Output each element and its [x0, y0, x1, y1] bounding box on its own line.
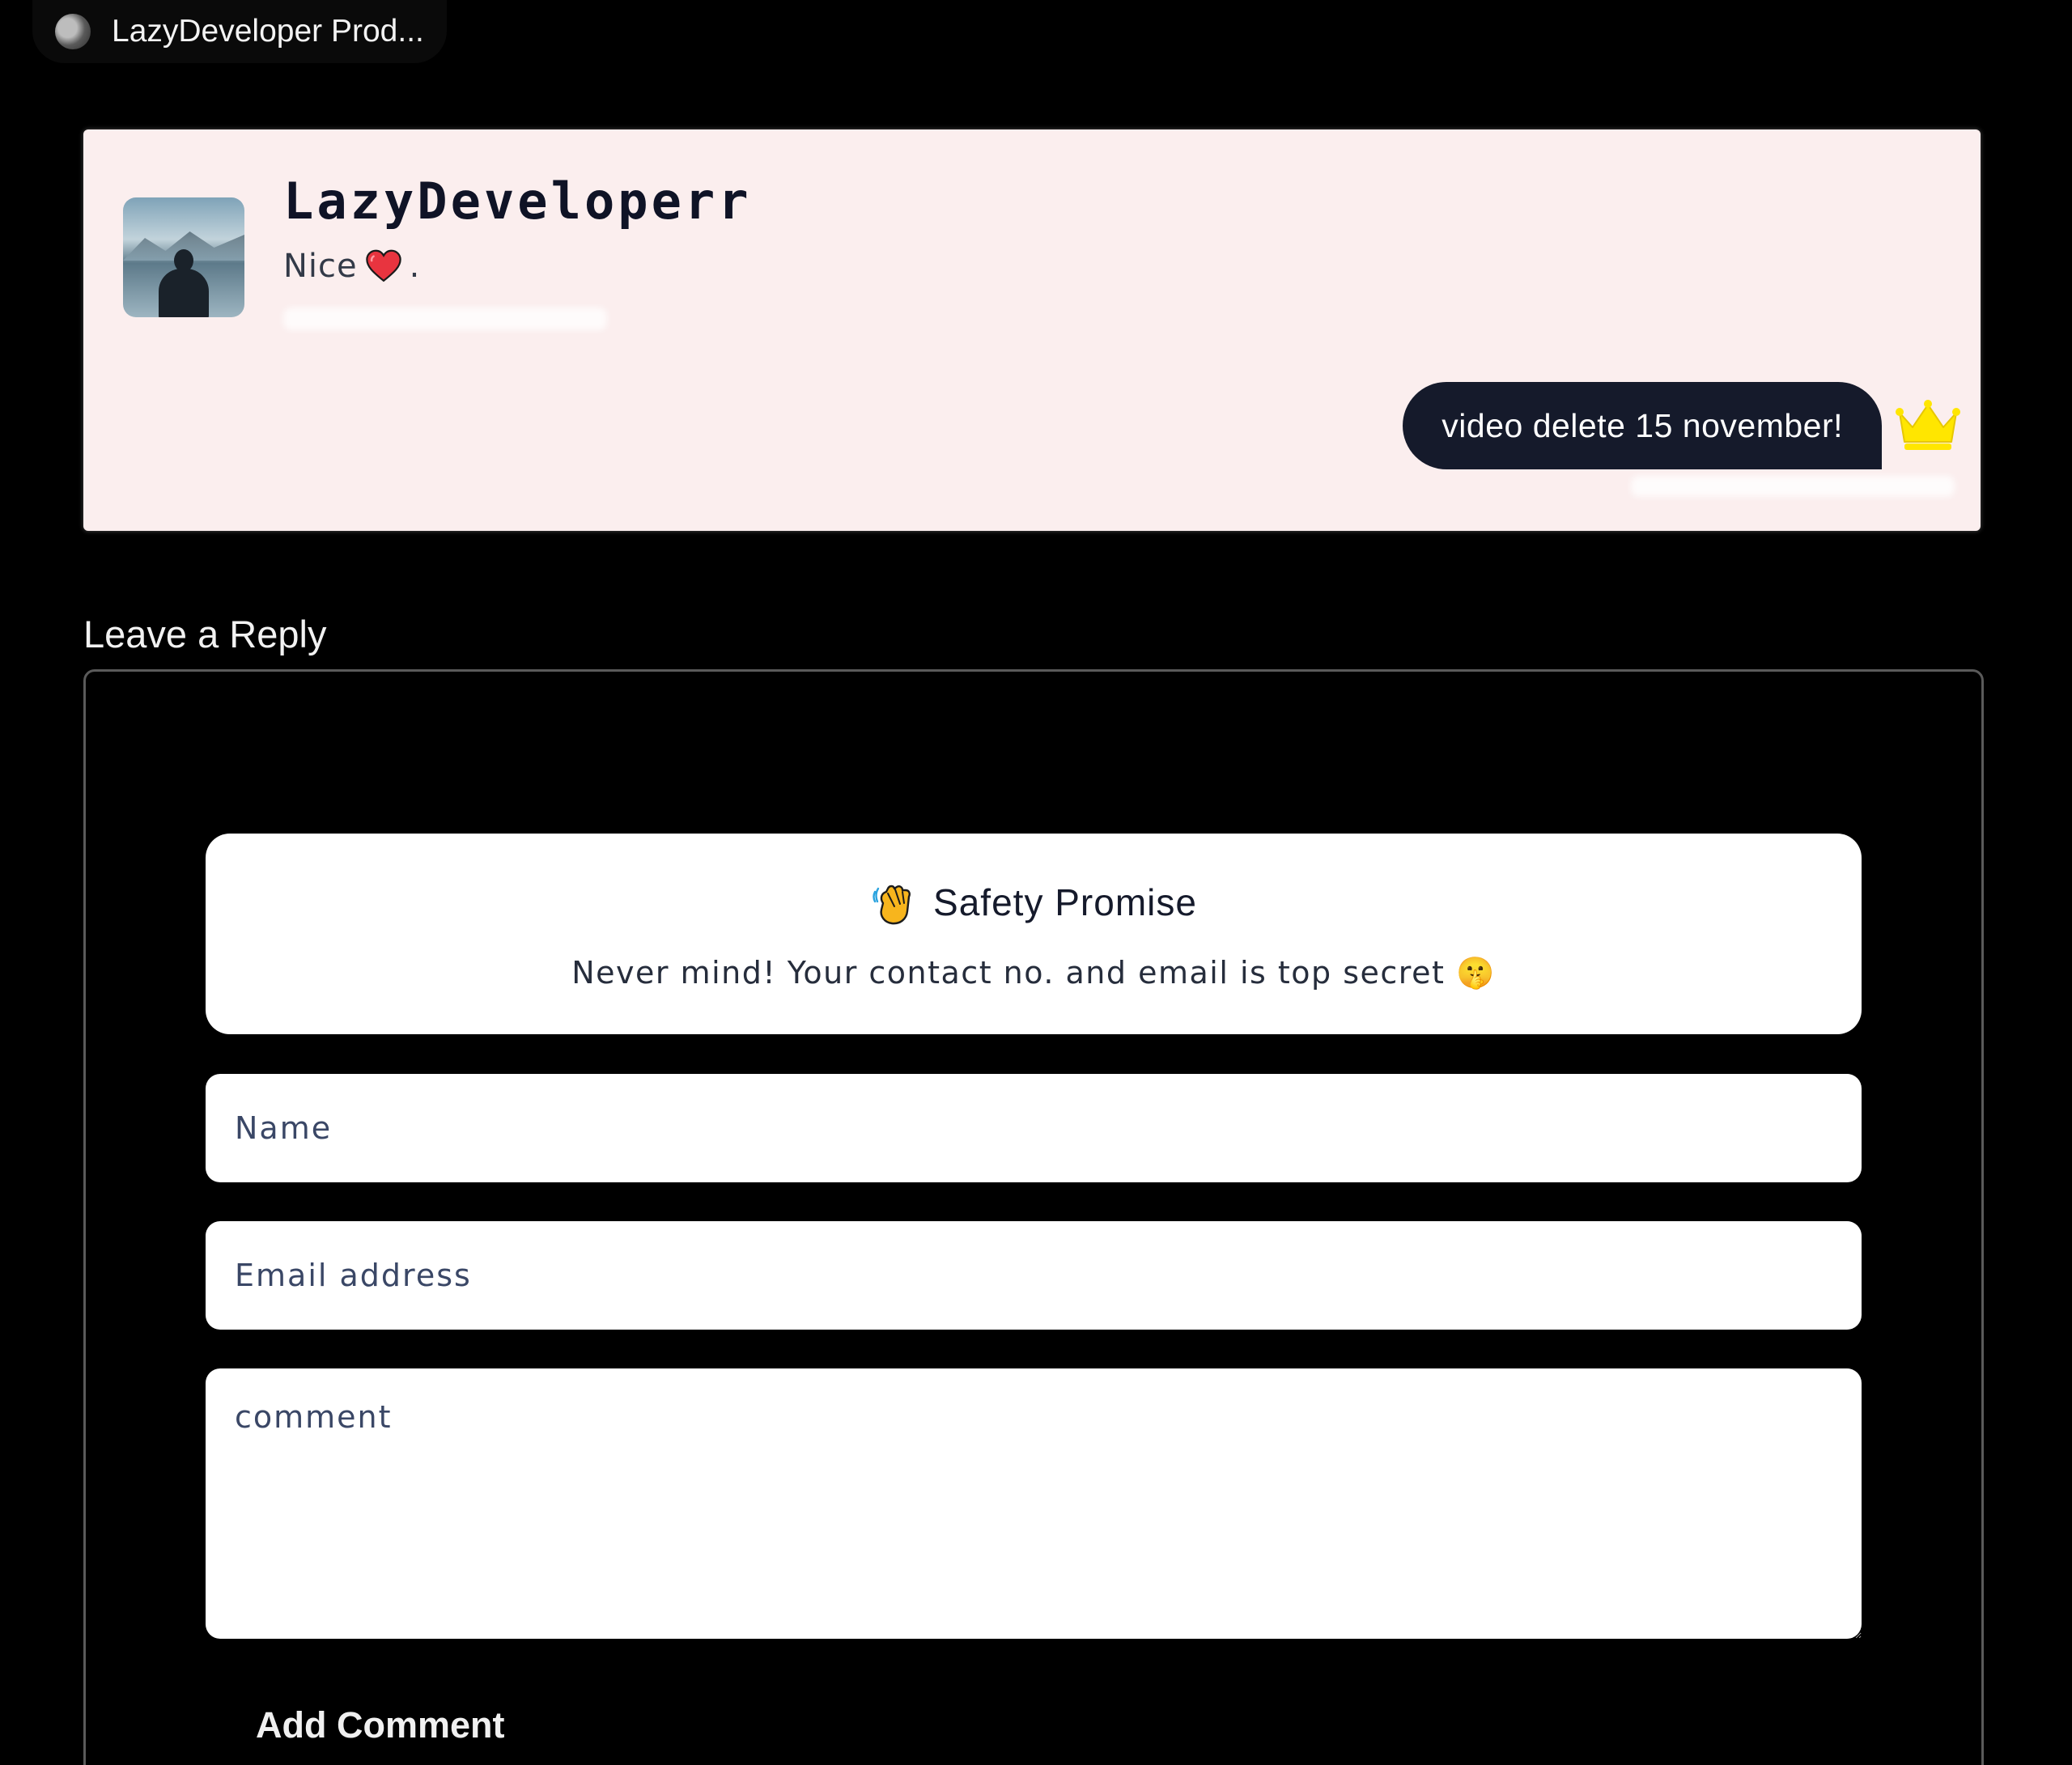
comment-text-body: Nice	[283, 248, 358, 285]
reply-form: Safety Promise Never mind! Your contact …	[83, 669, 1984, 1765]
leave-reply-title: Leave a Reply	[83, 613, 327, 656]
comment-card: LazyDeveloperr Nice . video delete 15 no…	[83, 129, 1981, 531]
safety-title: Safety Promise	[206, 879, 1862, 926]
waving-hand-icon	[873, 885, 911, 925]
reply-date-blurred	[1631, 476, 1955, 497]
avatar-person-body	[159, 269, 209, 317]
email-input[interactable]	[206, 1221, 1862, 1330]
author-reply-bubble: video delete 15 november!	[1403, 382, 1882, 469]
safety-promise-card: Safety Promise Never mind! Your contact …	[206, 834, 1862, 1034]
comment-author: LazyDeveloperr	[283, 172, 752, 231]
comment-date-blurred	[283, 308, 607, 330]
name-input[interactable]	[206, 1074, 1862, 1182]
safety-text: Never mind! Your contact no. and email i…	[571, 955, 1496, 991]
browser-tab-icon	[55, 14, 91, 49]
comment-text: Nice .	[283, 248, 420, 285]
avatar	[123, 197, 244, 317]
comment-text-suffix: .	[409, 248, 421, 285]
browser-tab[interactable]: LazyDeveloper Prod...	[32, 0, 447, 63]
author-reply-text: video delete 15 november!	[1441, 406, 1843, 444]
tab-title: LazyDeveloper Prod...	[112, 14, 424, 49]
heart-icon	[365, 249, 401, 282]
add-comment-button[interactable]: Add Comment	[256, 1704, 505, 1746]
comment-textarea[interactable]	[206, 1368, 1862, 1639]
page: LazyDeveloper Prod... LazyDeveloperr Nic…	[0, 0, 2072, 1765]
safety-title-text: Safety Promise	[933, 881, 1197, 923]
crown-icon	[1896, 400, 1960, 450]
